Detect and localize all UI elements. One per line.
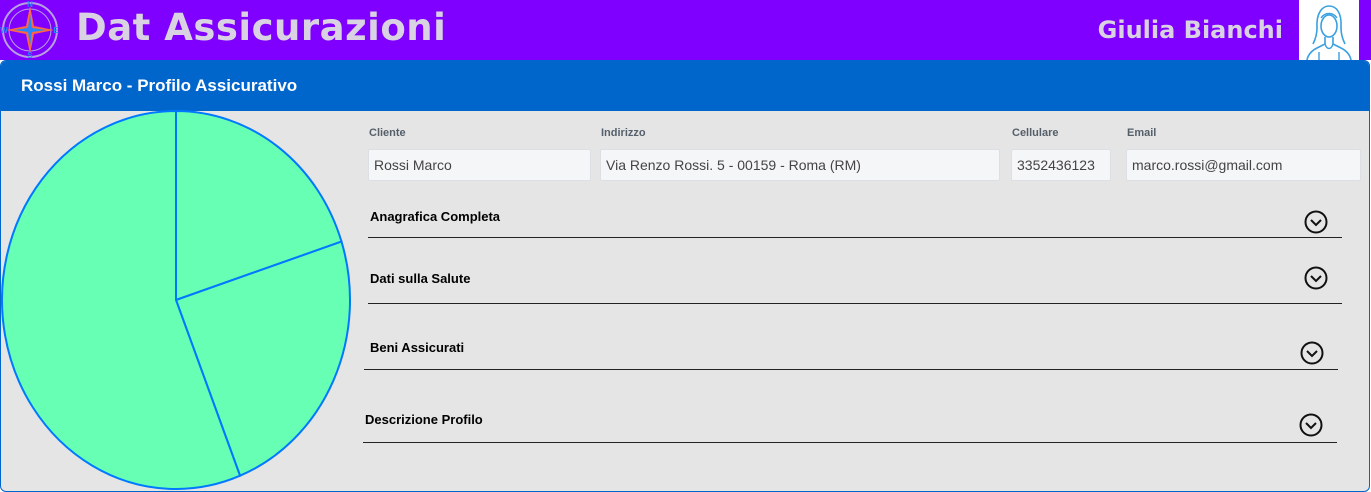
section-label: Dati sulla Salute xyxy=(370,271,471,286)
user-name[interactable]: Giulia Bianchi xyxy=(1098,16,1283,44)
profile-title: Rossi Marco - Profilo Assicurativo xyxy=(21,76,298,95)
email-field[interactable]: marco.rossi@gmail.com xyxy=(1126,149,1361,181)
cliente-field[interactable]: Rossi Marco xyxy=(368,149,591,181)
profile-card: Rossi Marco - Profilo Assicurativo Clien… xyxy=(0,60,1370,492)
section-label: Anagrafica Completa xyxy=(370,209,501,224)
svg-text:W: W xyxy=(0,26,8,35)
svg-text:N: N xyxy=(27,0,33,9)
chevron-down-icon[interactable] xyxy=(1300,341,1324,365)
indirizzo-label: Indirizzo xyxy=(601,127,646,139)
chevron-down-icon[interactable] xyxy=(1304,266,1328,290)
section-label: Descrizione Profilo xyxy=(365,412,483,427)
cliente-label: Cliente xyxy=(369,127,406,139)
chevron-down-icon[interactable] xyxy=(1299,413,1323,437)
section-anagrafica-completa[interactable]: Anagrafica Completa xyxy=(368,197,1342,238)
chevron-down-icon[interactable] xyxy=(1304,210,1328,234)
cellulare-label: Cellulare xyxy=(1012,127,1059,139)
user-avatar-icon xyxy=(1306,5,1352,61)
profile-pie-chart xyxy=(1,110,351,490)
cellulare-field[interactable]: 3352436123 xyxy=(1011,149,1111,181)
app-title: Dat Assicurazioni xyxy=(76,6,447,49)
section-descrizione-profilo[interactable]: Descrizione Profilo xyxy=(363,399,1337,443)
indirizzo-field[interactable]: Via Renzo Rossi. 5 - 00159 - Roma (RM) xyxy=(600,149,1000,181)
app-header: N S W E Dat Assicurazioni Giulia Bianchi xyxy=(0,0,1371,61)
email-label: Email xyxy=(1127,127,1157,139)
avatar[interactable] xyxy=(1299,0,1359,61)
svg-text:S: S xyxy=(27,51,33,60)
svg-text:E: E xyxy=(53,26,59,35)
profile-card-header: Rossi Marco - Profilo Assicurativo xyxy=(1,61,1369,111)
compass-rose-icon[interactable]: N S W E xyxy=(0,0,60,60)
section-label: Beni Assicurati xyxy=(370,340,465,355)
section-beni-assicurati[interactable]: Beni Assicurati xyxy=(364,329,1338,370)
section-dati-salute[interactable]: Dati sulla Salute xyxy=(368,261,1342,304)
